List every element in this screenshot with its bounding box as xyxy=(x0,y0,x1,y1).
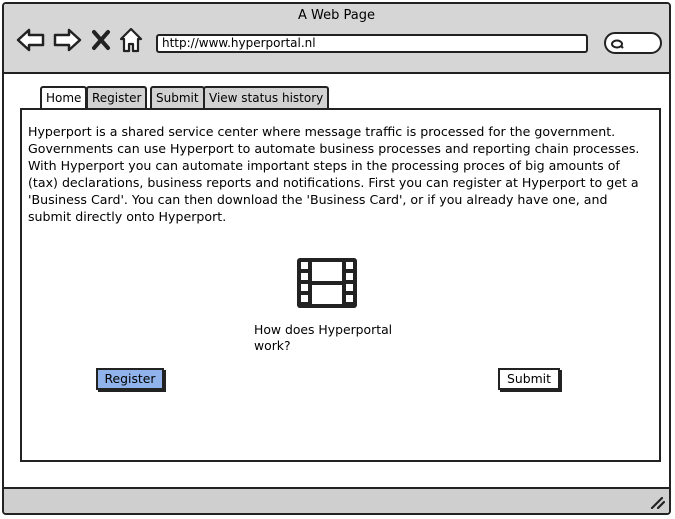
tab-view-status-history[interactable]: View status history xyxy=(203,86,330,110)
url-input[interactable]: http://www.hyperportal.nl xyxy=(156,34,588,53)
intro-line: (tax) declarations, business reports and… xyxy=(28,174,639,190)
resize-grip-icon[interactable] xyxy=(649,495,665,509)
caption-line: How does Hyperportal xyxy=(254,322,393,337)
caption-line: work? xyxy=(254,338,291,353)
close-icon[interactable] xyxy=(90,26,112,54)
intro-line: Governments can use Hyperport to automat… xyxy=(28,140,640,156)
film-icon[interactable] xyxy=(295,256,359,310)
browser-toolbar: A Web Page http://www.hyperportal.nl xyxy=(4,4,669,74)
home-icon[interactable] xyxy=(118,26,144,54)
tab-register[interactable]: Register xyxy=(86,86,148,110)
intro-line: 'Business Card'. You can then download t… xyxy=(28,191,608,207)
register-button[interactable]: Register xyxy=(96,368,164,390)
tab-submit[interactable]: Submit xyxy=(150,86,205,110)
submit-button[interactable]: Submit xyxy=(498,368,560,390)
intro-line: With Hyperport you can automate importan… xyxy=(28,157,620,173)
status-bar xyxy=(4,487,669,513)
search-icon xyxy=(611,39,624,49)
window-title: A Web Page xyxy=(298,8,375,23)
intro-text: Hyperport is a shared service center whe… xyxy=(28,124,653,225)
intro-line: Hyperport is a shared service center whe… xyxy=(28,124,616,139)
forward-arrow-icon[interactable] xyxy=(52,26,82,54)
browser-window: A Web Page http://www.hyperportal.nl Hom… xyxy=(2,2,671,515)
tab-content-panel: Hyperport is a shared service center whe… xyxy=(20,108,661,462)
search-input[interactable] xyxy=(604,32,662,54)
intro-line: submit directly onto Hyperport. xyxy=(28,208,227,224)
video-caption: How does Hyperportal work? xyxy=(254,322,404,354)
back-arrow-icon[interactable] xyxy=(16,26,46,54)
